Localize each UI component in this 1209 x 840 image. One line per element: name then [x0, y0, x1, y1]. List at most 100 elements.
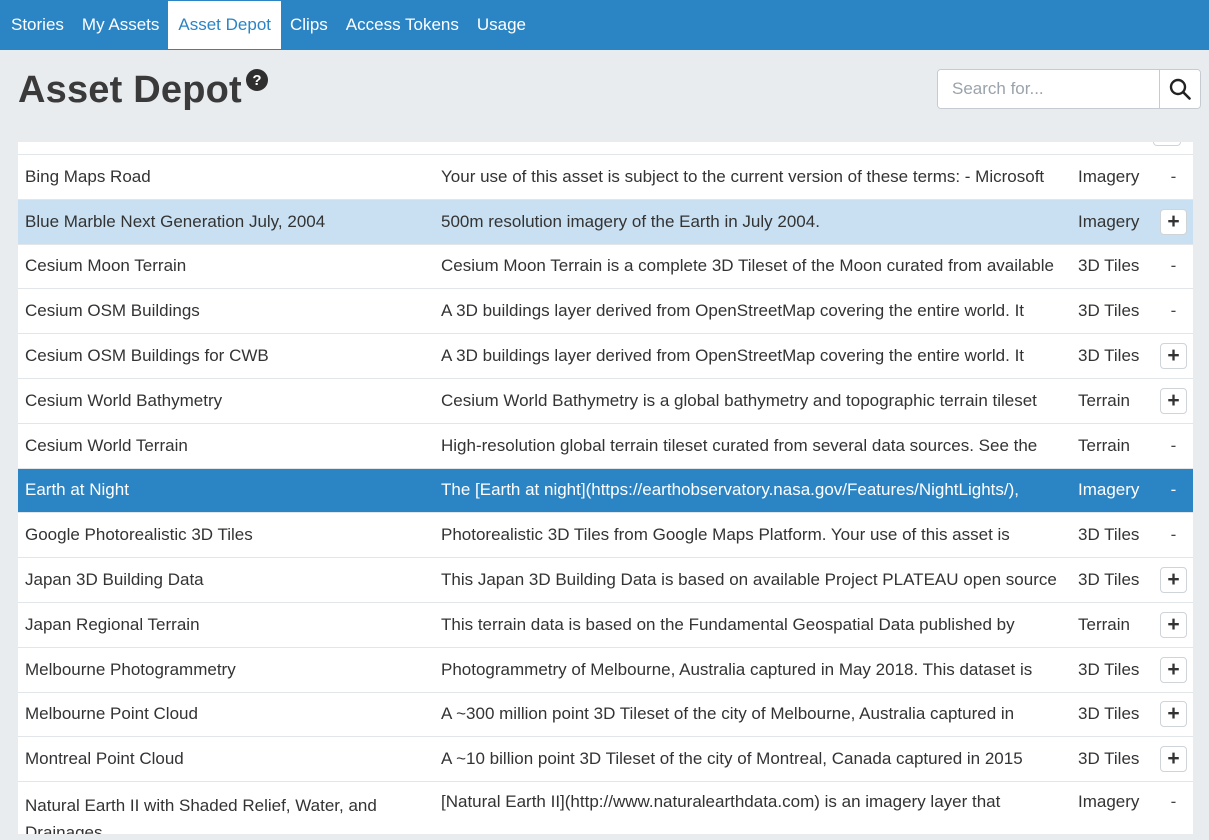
tab-asset-depot[interactable]: Asset Depot — [168, 1, 281, 49]
asset-description: Photogrammetry of Melbourne, Australia c… — [441, 659, 1033, 679]
asset-name: Bing Maps Road — [25, 166, 151, 186]
asset-type: 3D Tiles — [1078, 346, 1140, 366]
asset-name: Cesium World Terrain — [25, 435, 188, 455]
tab-access-tokens[interactable]: Access Tokens — [337, 0, 468, 50]
asset-description: The [Earth at night](https://earthobserv… — [441, 480, 1019, 500]
add-asset-button[interactable]: + — [1160, 701, 1187, 728]
add-asset-button[interactable]: + — [1160, 611, 1187, 638]
asset-type: Imagery — [1078, 792, 1140, 812]
asset-type: Terrain — [1078, 614, 1130, 634]
asset-action: + — [1154, 567, 1193, 594]
already-added-indicator: - — [1170, 166, 1177, 186]
asset-name: Blue Marble Next Generation July, 2004 — [25, 211, 326, 231]
asset-action: + — [1154, 746, 1193, 773]
table-row[interactable]: Cesium World Bathymetry Cesium World Bath… — [18, 378, 1193, 424]
asset-name: Google Photorealistic 3D Tiles — [25, 525, 253, 545]
asset-name: Cesium Moon Terrain — [25, 256, 187, 276]
already-added-indicator: - — [1170, 792, 1177, 812]
table-row[interactable]: Japan 3D Building Data This Japan 3D Buil… — [18, 558, 1193, 603]
help-icon[interactable]: ? — [246, 69, 268, 91]
add-asset-button[interactable]: + — [1160, 343, 1187, 370]
asset-name: Earth at Night — [25, 480, 129, 500]
asset-description: This Japan 3D Building Data is based on … — [441, 570, 1057, 590]
asset-action: + — [1154, 208, 1193, 235]
already-added-indicator: - — [1170, 435, 1177, 455]
table-row[interactable]: Google Photorealistic 3D Tiles Photoreali… — [18, 513, 1193, 559]
asset-name: Melbourne Point Cloud — [25, 704, 198, 724]
search-button[interactable] — [1159, 70, 1200, 108]
asset-action: + — [1154, 656, 1193, 683]
asset-description: High-resolution global terrain tileset c… — [441, 435, 1038, 455]
asset-description: A 3D buildings layer derived from OpenSt… — [441, 301, 1025, 321]
already-added-indicator: - — [1170, 480, 1177, 500]
asset-type: 3D Tiles — [1078, 570, 1140, 590]
asset-type: Imagery — [1078, 211, 1140, 231]
asset-description: Photorealistic 3D Tiles from Google Maps… — [441, 525, 1010, 545]
asset-type: 3D Tiles — [1078, 256, 1140, 276]
table-row[interactable]: Blue Marble Next Generation July, 2004 50… — [18, 199, 1193, 245]
table-row[interactable]: Montreal Point Cloud A ~10 billion point … — [18, 737, 1193, 783]
page-title: Asset Depot — [18, 69, 242, 111]
asset-action: - — [1154, 792, 1193, 812]
already-added-indicator: - — [1170, 256, 1177, 276]
asset-type: 3D Tiles — [1078, 704, 1140, 724]
asset-description: Your use of this asset is subject to the… — [441, 166, 1045, 186]
asset-type: 3D Tiles — [1078, 525, 1140, 545]
table-row[interactable]: Earth at Night The [Earth at night](https… — [18, 468, 1193, 514]
asset-description: 500m resolution imagery of the Earth in … — [441, 211, 820, 231]
asset-table: Bing Maps Road Your use of this asset is … — [18, 142, 1193, 834]
asset-type: Imagery — [1078, 166, 1140, 186]
asset-name: Melbourne Photogrammetry — [25, 659, 236, 679]
asset-description: [Natural Earth II](http://www.naturalear… — [441, 792, 1001, 812]
asset-action: - — [1154, 525, 1193, 545]
table-row[interactable]: Melbourne Photogrammetry Photogrammetry o… — [18, 647, 1193, 693]
table-row[interactable]: Cesium OSM Buildings A 3D buildings layer… — [18, 289, 1193, 335]
asset-type: Terrain — [1078, 390, 1130, 410]
asset-name: Natural Earth II with Shaded Relief, Wat… — [25, 796, 377, 834]
add-asset-button[interactable]: + — [1160, 656, 1187, 683]
add-asset-button[interactable]: + — [1160, 567, 1187, 594]
tab-my-assets[interactable]: My Assets — [73, 0, 168, 50]
asset-action: + — [1154, 387, 1193, 414]
asset-description: This terrain data is based on the Fundam… — [441, 614, 1015, 634]
search-input[interactable] — [938, 70, 1159, 108]
asset-action: + — [1154, 611, 1193, 638]
asset-type: Imagery — [1078, 480, 1140, 500]
table-row-partial — [18, 142, 1193, 155]
tab-stories[interactable]: Stories — [2, 0, 73, 50]
asset-name: Montreal Point Cloud — [25, 749, 184, 769]
asset-description: Cesium Moon Terrain is a complete 3D Til… — [441, 256, 1054, 276]
already-added-indicator: - — [1170, 301, 1177, 321]
search-box — [937, 69, 1201, 109]
asset-name: Cesium OSM Buildings for CWB — [25, 346, 269, 366]
asset-action: - — [1154, 167, 1193, 187]
tab-clips[interactable]: Clips — [281, 0, 337, 50]
add-asset-button[interactable]: + — [1160, 208, 1187, 235]
table-row[interactable]: Cesium Moon Terrain Cesium Moon Terrain i… — [18, 244, 1193, 290]
asset-name: Japan 3D Building Data — [25, 570, 204, 590]
table-row[interactable]: Cesium World Terrain High-resolution glob… — [18, 423, 1193, 469]
table-row[interactable]: Japan Regional Terrain This terrain data … — [18, 602, 1193, 648]
add-asset-button[interactable]: + — [1160, 746, 1187, 773]
table-row[interactable]: Cesium OSM Buildings for CWB A 3D buildin… — [18, 334, 1193, 379]
asset-type: 3D Tiles — [1078, 659, 1140, 679]
table-row[interactable]: Natural Earth II with Shaded Relief, Wat… — [18, 782, 1193, 834]
asset-name: Cesium OSM Buildings — [25, 301, 200, 321]
asset-description: Cesium World Bathymetry is a global bath… — [441, 390, 1037, 410]
asset-action: - — [1154, 301, 1193, 321]
asset-action: - — [1154, 436, 1193, 456]
tab-usage[interactable]: Usage — [468, 0, 535, 50]
asset-action: - — [1154, 480, 1193, 500]
asset-type: 3D Tiles — [1078, 749, 1140, 769]
top-nav: Stories My Assets Asset Depot Clips Acce… — [0, 0, 1209, 50]
asset-description: A ~10 billion point 3D Tileset of the ci… — [441, 749, 1023, 769]
add-button-partial[interactable] — [1153, 142, 1181, 146]
table-row[interactable]: Bing Maps Road Your use of this asset is … — [18, 155, 1193, 200]
already-added-indicator: - — [1170, 525, 1177, 545]
table-row[interactable]: Melbourne Point Cloud A ~300 million poin… — [18, 692, 1193, 738]
add-asset-button[interactable]: + — [1160, 387, 1187, 414]
asset-action: + — [1154, 701, 1193, 728]
asset-description: A ~300 million point 3D Tileset of the c… — [441, 704, 1015, 724]
asset-action: - — [1154, 256, 1193, 276]
asset-name: Cesium World Bathymetry — [25, 390, 223, 410]
